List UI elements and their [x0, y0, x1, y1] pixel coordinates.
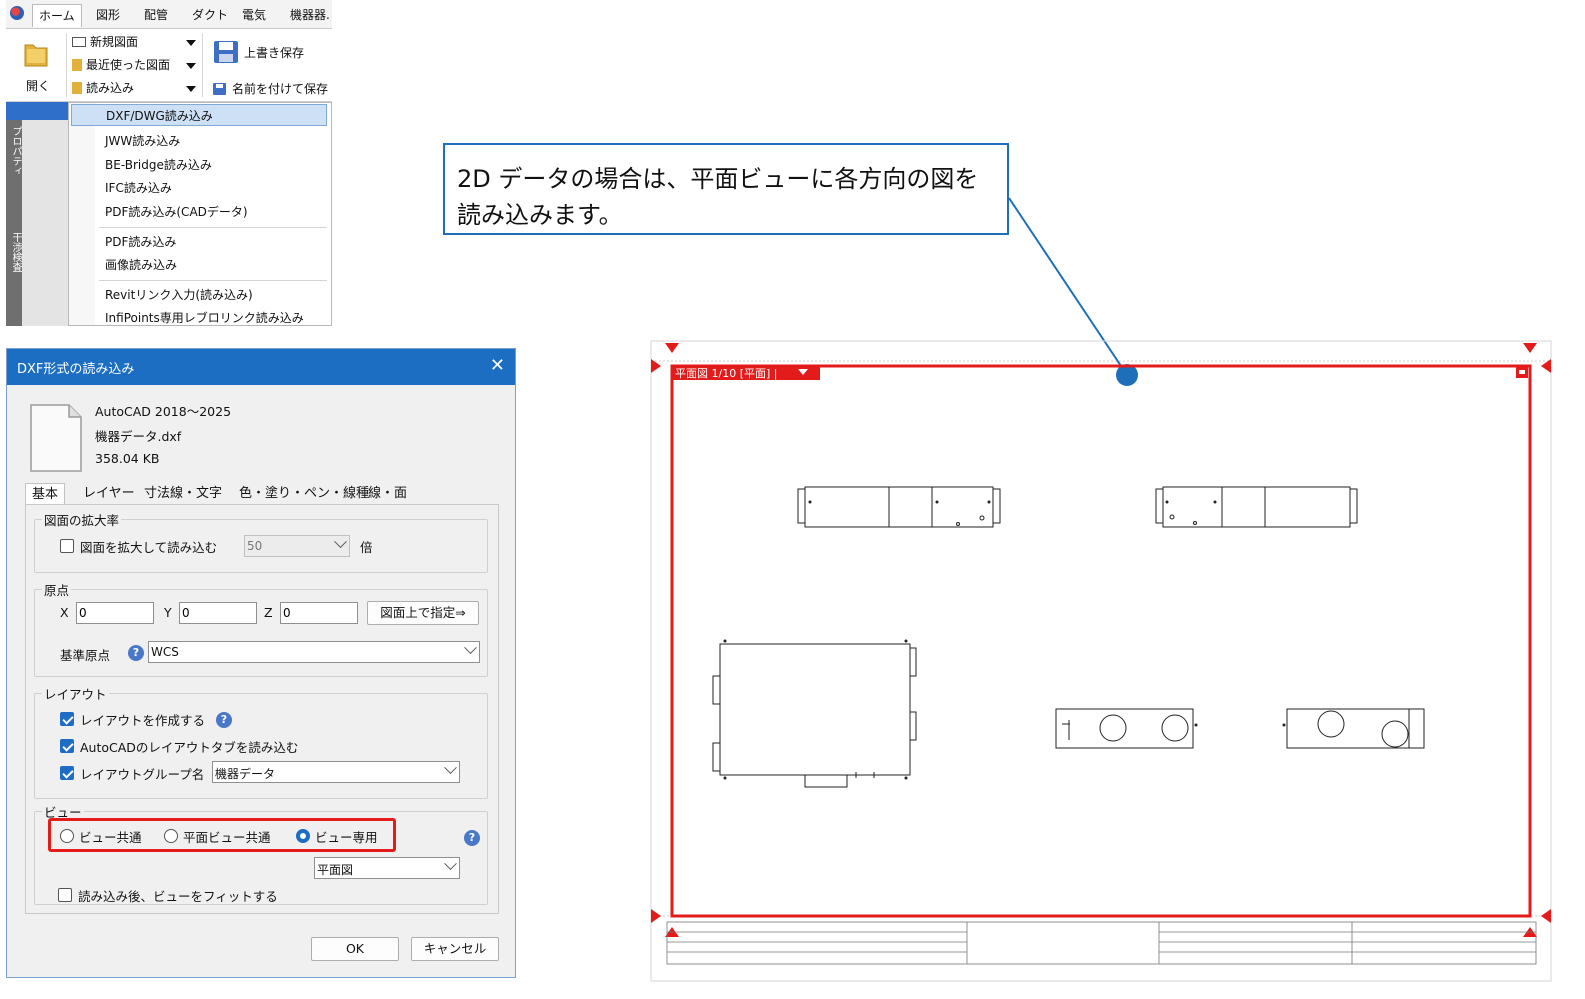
equipment-unit-1: [797, 486, 1001, 528]
equipment-unit-4: [1055, 708, 1198, 749]
corner-marker-icon: [665, 343, 679, 353]
callout-leader-line: [1008, 197, 1128, 376]
equipment-unit-3: [712, 639, 917, 788]
sheet-outline: [650, 340, 1552, 982]
corner-marker-icon: [1523, 343, 1537, 353]
corner-marker-icon: [1541, 909, 1551, 923]
corner-marker-icon: [651, 909, 661, 923]
equipment-unit-2: [1155, 486, 1358, 528]
view-label: 平面図 1/10 [平面] |: [675, 367, 777, 380]
corner-marker-icon: [1541, 359, 1551, 373]
drawing-canvas[interactable]: 平面図 1/10 [平面] |: [0, 0, 1585, 999]
title-block: [666, 921, 1537, 965]
pin-icon-glyph: [1519, 370, 1525, 374]
equipment-unit-5: [1282, 708, 1425, 749]
view-frame[interactable]: [670, 364, 1532, 918]
